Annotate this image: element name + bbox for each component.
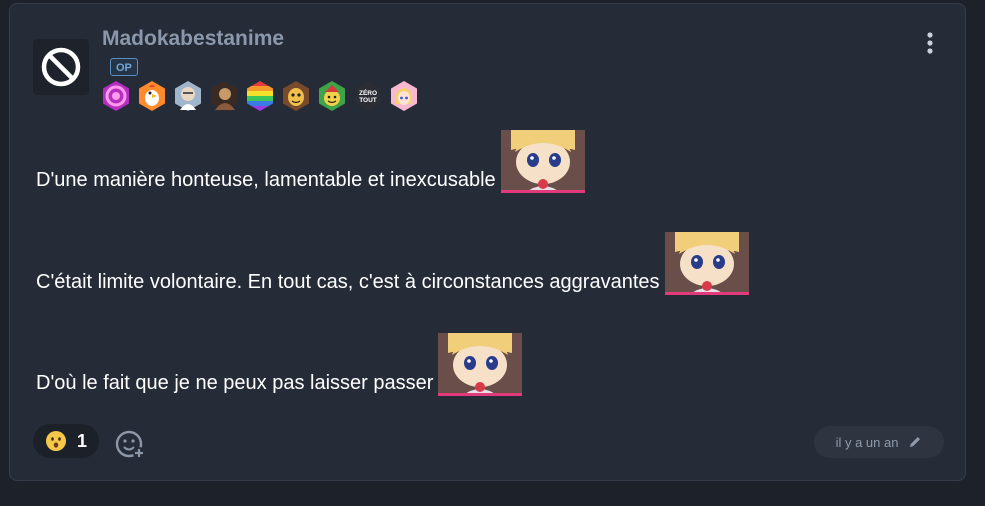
more-options-icon[interactable] [919, 28, 941, 58]
hushed-face-icon [46, 431, 66, 451]
dark-portrait-badge[interactable] [208, 80, 240, 112]
svg-text:ZÉRO: ZÉRO [359, 88, 377, 97]
chicken-badge[interactable] [136, 80, 168, 112]
pink-spiral-badge[interactable] [100, 80, 132, 112]
svg-text:TOUT: TOUT [359, 97, 377, 104]
post-paragraph: D'une manière honteuse, lamentable et in… [36, 130, 585, 193]
zero-tout-badge[interactable]: ZÉRO TOUT [352, 80, 384, 112]
christmas-smiley-badge[interactable] [316, 80, 348, 112]
post-paragraph: D'où le fait que je ne peux pas laisser … [36, 333, 523, 396]
paragraph-text: D'où le fait que je ne peux pas laisser … [36, 372, 434, 394]
timestamp-text: il y a un an [835, 434, 899, 450]
anime-plush-sticker[interactable] [438, 333, 523, 396]
paragraph-text: C'était limite volontaire. En tout cas, … [36, 271, 660, 293]
blocked-icon [41, 47, 81, 87]
anime-plush-sticker[interactable] [664, 232, 749, 295]
cartoon-character-badge[interactable] [280, 80, 312, 112]
anime-plush-sticker[interactable] [500, 130, 585, 193]
old-man-badge[interactable] [172, 80, 204, 112]
pencil-icon [910, 437, 921, 447]
anime-girl-badge[interactable] [388, 80, 420, 112]
post-paragraph: C'était limite volontaire. En tout cas, … [36, 232, 749, 295]
reaction-count: 1 [77, 430, 88, 451]
post-card: Madokabestanime OP ZÉRO TOUT D'une maniè… [9, 3, 966, 481]
add-reaction-icon[interactable] [114, 428, 146, 460]
reaction-button[interactable]: 1 [33, 424, 99, 458]
avatar[interactable] [33, 39, 89, 95]
timestamp-pill[interactable]: il y a un an [814, 426, 944, 458]
op-badge: OP [110, 58, 138, 76]
author-name[interactable]: Madokabestanime [102, 27, 284, 51]
rainbow-badge[interactable] [244, 80, 276, 112]
badge-list: ZÉRO TOUT [100, 80, 420, 114]
paragraph-text: D'une manière honteuse, lamentable et in… [36, 169, 496, 191]
